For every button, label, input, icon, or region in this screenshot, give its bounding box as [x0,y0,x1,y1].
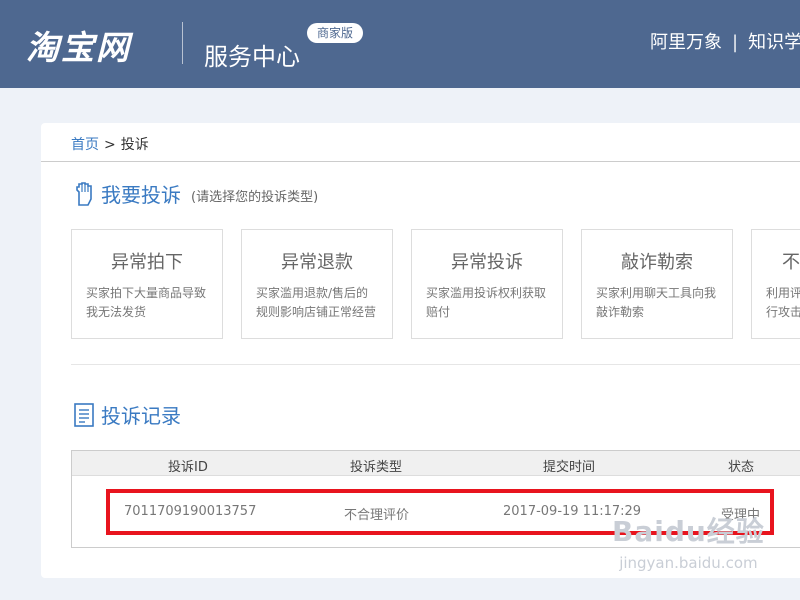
baidu-jingyan-watermark: Baidu经验 jingyan.baidu.com [612,510,765,572]
complaint-card-extortion[interactable]: 敲诈勒索 买家利用聊天工具向我敲诈勒索 [581,229,733,339]
document-icon [74,402,94,427]
taobao-logo[interactable]: 淘宝网 [26,21,131,69]
column-header-time: 提交时间 [543,460,596,475]
card-title: 敲诈勒索 [621,252,693,273]
complaint-card-partial[interactable]: 不 利用评行攻击 [751,229,800,339]
complaint-card-abnormal-order[interactable]: 异常拍下 买家拍下大量商品导致我无法发货 [71,229,223,339]
service-center-title: 服务中心 [204,43,300,71]
card-title: 异常退款 [281,252,353,273]
complaint-section-title: 我要投诉 [101,183,181,207]
watermark-main: Baidu经验 [612,515,765,548]
card-title: 异常拍下 [111,252,183,273]
card-title: 异常投诉 [451,252,523,273]
card-description: 买家利用聊天工具向我敲诈勒索 [596,286,717,319]
card-description: 买家滥用退款/售后的规则影响店铺正常经营 [256,286,377,319]
merchant-edition-badge: 商家版 [307,23,364,43]
nav-link-aliwanxiang[interactable]: 阿里万象 [650,32,722,53]
records-section-header: 投诉记录 [73,400,181,429]
complaint-section-hint: (请选择您的投诉类型) [191,189,319,205]
complaint-card-abnormal-refund[interactable]: 异常退款 买家滥用退款/售后的规则影响店铺正常经营 [241,229,393,339]
complaint-section-header: 我要投诉 (请选择您的投诉类型) [73,179,318,208]
complaint-type-cards: 异常拍下 买家拍下大量商品导致我无法发货 异常退款 买家滥用退款/售后的规则影响… [71,229,800,339]
column-header-status: 状态 [728,460,755,475]
card-description: 利用评行攻击 [766,286,800,319]
header-divider [182,22,183,64]
records-section-title: 投诉记录 [101,404,181,428]
top-header: 淘宝网 服务中心 商家版 阿里万象 | 知识学 [0,0,800,88]
card-description: 买家滥用投诉权利获取赔付 [426,286,547,319]
breadcrumb-separator: > [104,137,116,153]
cell-complaint-type: 不合理评价 [344,508,410,523]
nav-separator: | [732,32,739,53]
hand-icon [76,181,92,206]
card-title: 不 [782,252,800,273]
watermark-url: jingyan.baidu.com [619,554,758,572]
complaint-card-abnormal-complaint[interactable]: 异常投诉 买家滥用投诉权利获取赔付 [411,229,563,339]
column-header-type: 投诉类型 [350,460,403,475]
section-divider [71,364,800,365]
cell-complaint-id: 7011709190013757 [124,504,257,519]
card-description: 买家拍下大量商品导致我无法发货 [86,286,207,319]
breadcrumb-divider [41,161,800,162]
breadcrumb: 首页 > 投诉 [71,134,149,154]
table-header: 投诉ID 投诉类型 提交时间 状态 [72,451,800,476]
column-header-id: 投诉ID [168,460,208,475]
nav-link-knowledge[interactable]: 知识学 [748,32,800,53]
top-nav: 阿里万象 | 知识学 [650,28,800,54]
breadcrumb-home-link[interactable]: 首页 [71,137,99,153]
breadcrumb-current: 投诉 [120,137,149,153]
